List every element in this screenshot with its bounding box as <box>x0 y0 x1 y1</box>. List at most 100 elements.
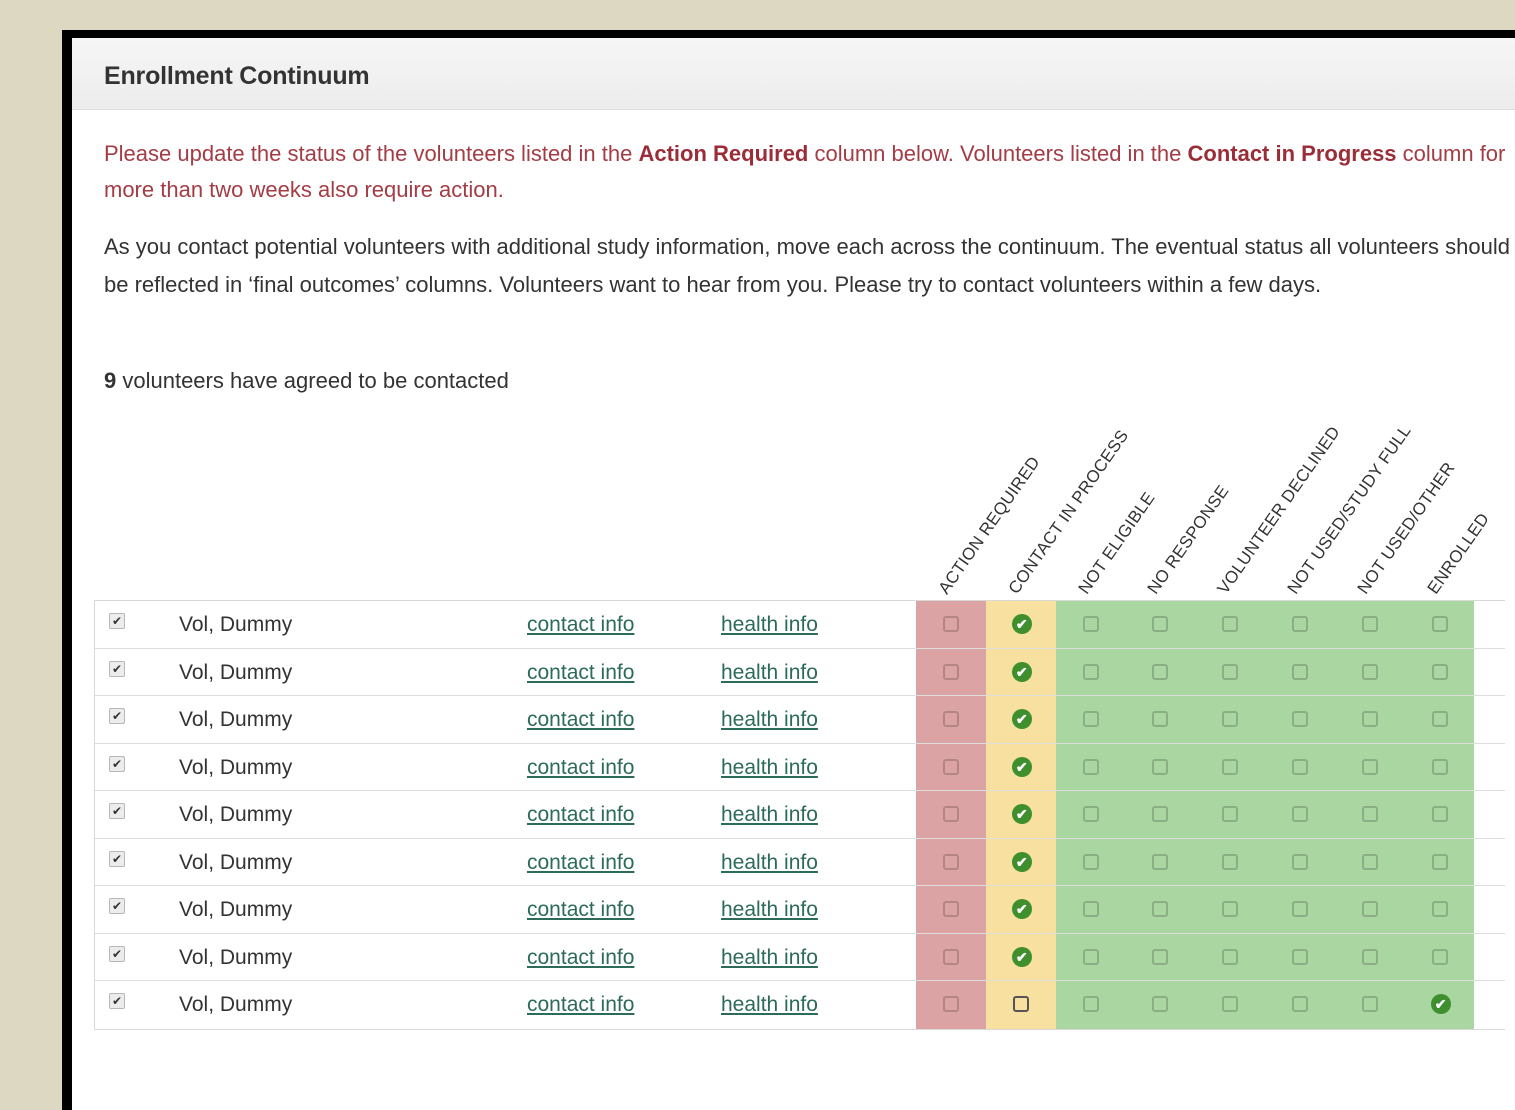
row-select-checkbox[interactable]: ✔ <box>109 660 125 677</box>
status-cell-not-used-other[interactable] <box>1334 601 1405 648</box>
empty-checkbox-icon[interactable] <box>1012 996 1029 1012</box>
status-cell-no-response[interactable] <box>1125 791 1196 838</box>
empty-checkbox-icon[interactable] <box>1431 711 1448 727</box>
status-cell-action-required[interactable] <box>916 601 986 648</box>
status-cell-not-used-other[interactable] <box>1334 648 1405 695</box>
row-select-checkbox[interactable]: ✔ <box>109 613 125 629</box>
empty-checkbox-icon[interactable] <box>1152 853 1169 870</box>
status-cell-enrolled[interactable] <box>1404 838 1475 885</box>
health-info-link[interactable]: health info <box>721 661 818 685</box>
empty-checkbox-icon[interactable] <box>1082 616 1099 632</box>
status-cell-volunteer-declined[interactable] <box>1195 696 1265 743</box>
status-cell-contact-in-process[interactable]: ✔ <box>985 838 1056 885</box>
contact-info-link[interactable]: contact info <box>527 803 634 827</box>
status-cell-enrolled[interactable] <box>1404 696 1475 743</box>
empty-checkbox-icon[interactable] <box>1152 758 1169 775</box>
empty-checkbox-icon[interactable] <box>943 758 959 775</box>
empty-checkbox-icon[interactable] <box>1222 806 1239 822</box>
empty-checkbox-icon[interactable] <box>1222 901 1239 917</box>
status-cell-action-required[interactable] <box>916 933 986 980</box>
status-cell-contact-in-process[interactable]: ✔ <box>985 648 1056 695</box>
empty-checkbox-icon[interactable] <box>1292 758 1308 775</box>
empty-checkbox-icon[interactable] <box>1222 616 1239 632</box>
empty-checkbox-icon[interactable] <box>1431 806 1448 822</box>
health-info-link[interactable]: health info <box>721 708 818 732</box>
row-select-checkbox[interactable]: ✔ <box>109 850 125 867</box>
check-circle-icon[interactable]: ✔ <box>1011 851 1032 872</box>
status-cell-volunteer-declined[interactable] <box>1195 933 1265 980</box>
status-cell-not-eligible[interactable] <box>1055 601 1126 648</box>
status-cell-not-eligible[interactable] <box>1055 648 1126 695</box>
empty-checkbox-icon[interactable] <box>1431 616 1448 632</box>
status-cell-not-used-study-full[interactable] <box>1265 648 1335 695</box>
status-cell-no-response[interactable] <box>1125 886 1196 933</box>
row-select-checkbox[interactable]: ✔ <box>109 898 125 914</box>
status-cell-contact-in-process[interactable] <box>985 981 1056 1029</box>
contact-info-link[interactable]: contact info <box>527 756 634 780</box>
empty-checkbox-icon[interactable] <box>1361 853 1378 870</box>
empty-checkbox-icon[interactable] <box>1222 758 1239 775</box>
status-cell-not-used-other[interactable] <box>1334 791 1405 838</box>
status-cell-action-required[interactable] <box>916 648 986 695</box>
status-cell-no-response[interactable] <box>1125 743 1196 790</box>
contact-info-link[interactable]: contact info <box>527 993 634 1017</box>
status-cell-not-used-study-full[interactable] <box>1265 981 1335 1029</box>
empty-checkbox-icon[interactable] <box>1431 758 1448 775</box>
empty-checkbox-icon[interactable] <box>1152 806 1169 822</box>
status-cell-enrolled[interactable] <box>1404 886 1475 933</box>
status-cell-volunteer-declined[interactable] <box>1195 601 1265 648</box>
row-select-checkbox[interactable]: ✔ <box>109 803 125 819</box>
row-select-checkbox[interactable]: ✔ <box>109 945 125 962</box>
health-info-link[interactable]: health info <box>721 993 818 1017</box>
status-cell-volunteer-declined[interactable] <box>1195 886 1265 933</box>
status-cell-not-eligible[interactable] <box>1055 696 1126 743</box>
status-cell-volunteer-declined[interactable] <box>1195 981 1265 1029</box>
row-select-checkbox[interactable]: ✔ <box>109 755 125 772</box>
status-cell-enrolled[interactable] <box>1404 743 1475 790</box>
status-cell-enrolled[interactable] <box>1404 601 1475 648</box>
empty-checkbox-icon[interactable] <box>1082 948 1099 965</box>
status-cell-not-eligible[interactable] <box>1055 791 1126 838</box>
empty-checkbox-icon[interactable] <box>1292 901 1308 917</box>
empty-checkbox-icon[interactable] <box>1292 996 1308 1012</box>
empty-checkbox-icon[interactable] <box>1361 901 1378 917</box>
check-circle-icon[interactable]: ✔ <box>1011 756 1032 777</box>
health-info-link[interactable]: health info <box>721 946 818 970</box>
empty-checkbox-icon[interactable] <box>1082 853 1099 870</box>
empty-checkbox-icon[interactable] <box>1222 663 1239 680</box>
empty-checkbox-icon[interactable] <box>1152 711 1169 727</box>
status-cell-contact-in-process[interactable]: ✔ <box>985 743 1056 790</box>
empty-checkbox-icon[interactable] <box>1152 996 1169 1012</box>
status-cell-volunteer-declined[interactable] <box>1195 791 1265 838</box>
empty-checkbox-icon[interactable] <box>1222 711 1239 727</box>
status-cell-no-response[interactable] <box>1125 601 1196 648</box>
check-circle-icon[interactable]: ✔ <box>1011 946 1032 967</box>
empty-checkbox-icon[interactable] <box>1082 758 1099 775</box>
contact-info-link[interactable]: contact info <box>527 613 634 637</box>
empty-checkbox-icon[interactable] <box>943 711 959 727</box>
status-cell-not-used-other[interactable] <box>1334 886 1405 933</box>
empty-checkbox-icon[interactable] <box>1431 853 1448 870</box>
status-cell-not-used-other[interactable] <box>1334 981 1405 1029</box>
empty-checkbox-icon[interactable] <box>1361 711 1378 727</box>
status-cell-contact-in-process[interactable]: ✔ <box>985 601 1056 648</box>
empty-checkbox-icon[interactable] <box>1361 948 1378 965</box>
health-info-link[interactable]: health info <box>721 756 818 780</box>
empty-checkbox-icon[interactable] <box>1082 996 1099 1012</box>
status-cell-enrolled[interactable]: ✔ <box>1404 981 1475 1029</box>
empty-checkbox-icon[interactable] <box>1082 901 1099 917</box>
empty-checkbox-icon[interactable] <box>1152 663 1169 680</box>
empty-checkbox-icon[interactable] <box>1152 901 1169 917</box>
status-cell-not-eligible[interactable] <box>1055 981 1126 1029</box>
health-info-link[interactable]: health info <box>721 851 818 875</box>
empty-checkbox-icon[interactable] <box>1361 616 1378 632</box>
status-cell-volunteer-declined[interactable] <box>1195 838 1265 885</box>
empty-checkbox-icon[interactable] <box>1152 948 1169 965</box>
health-info-link[interactable]: health info <box>721 898 818 922</box>
status-cell-no-response[interactable] <box>1125 696 1196 743</box>
empty-checkbox-icon[interactable] <box>1152 616 1169 632</box>
status-cell-enrolled[interactable] <box>1404 791 1475 838</box>
empty-checkbox-icon[interactable] <box>1292 853 1308 870</box>
contact-info-link[interactable]: contact info <box>527 661 634 685</box>
check-circle-icon[interactable]: ✔ <box>1011 614 1032 634</box>
